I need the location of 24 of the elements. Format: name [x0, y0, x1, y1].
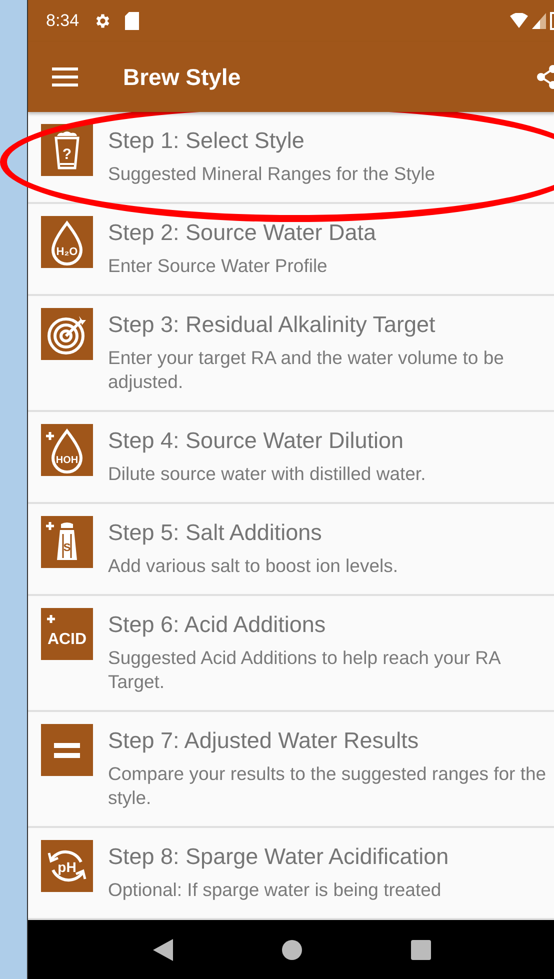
cup-icon: ?	[41, 124, 93, 176]
step-title: Step 4: Source Water Dilution	[108, 428, 405, 454]
acid-icon: ACID	[41, 608, 93, 660]
step-title: Step 3: Residual Alkalinity Target	[108, 312, 436, 338]
water-drop-icon: H₂O	[41, 216, 93, 268]
step-description: Add various salt to boost ion levels.	[108, 554, 399, 578]
step-title: Step 7: Adjusted Water Results	[108, 728, 420, 754]
step-description: Optional: If sparge water is being treated	[108, 878, 442, 902]
step-description: Suggested Mineral Ranges for the Style	[108, 162, 436, 186]
step-description: Compare your results to the suggested ranges for the style.	[108, 762, 548, 810]
step-description: Enter Source Water Profile	[108, 254, 328, 278]
step-title: Step 2: Source Water Data	[108, 220, 378, 246]
step-description: Dilute source water with distilled water.	[108, 462, 427, 486]
step-title: Step 5: Salt Additions	[108, 520, 323, 546]
status-time: 8:34	[46, 11, 80, 31]
step-description: Enter your target RA and the water volume to be adjusted.	[108, 346, 505, 394]
salt-shaker-icon: S	[41, 516, 93, 568]
step-title: Step 1: Select Style	[108, 128, 306, 154]
water-drop-icon: HOH	[41, 424, 93, 476]
app-title: Brew Style	[123, 64, 241, 90]
step-title: Step 8: Sparge Water Acidification	[108, 844, 450, 870]
step-description: Suggested Acid Additions to help reach your RA Target.	[108, 646, 502, 694]
step-title: Step 6: Acid Additions	[108, 612, 327, 638]
cycle-arrows-icon: pH	[41, 840, 93, 892]
